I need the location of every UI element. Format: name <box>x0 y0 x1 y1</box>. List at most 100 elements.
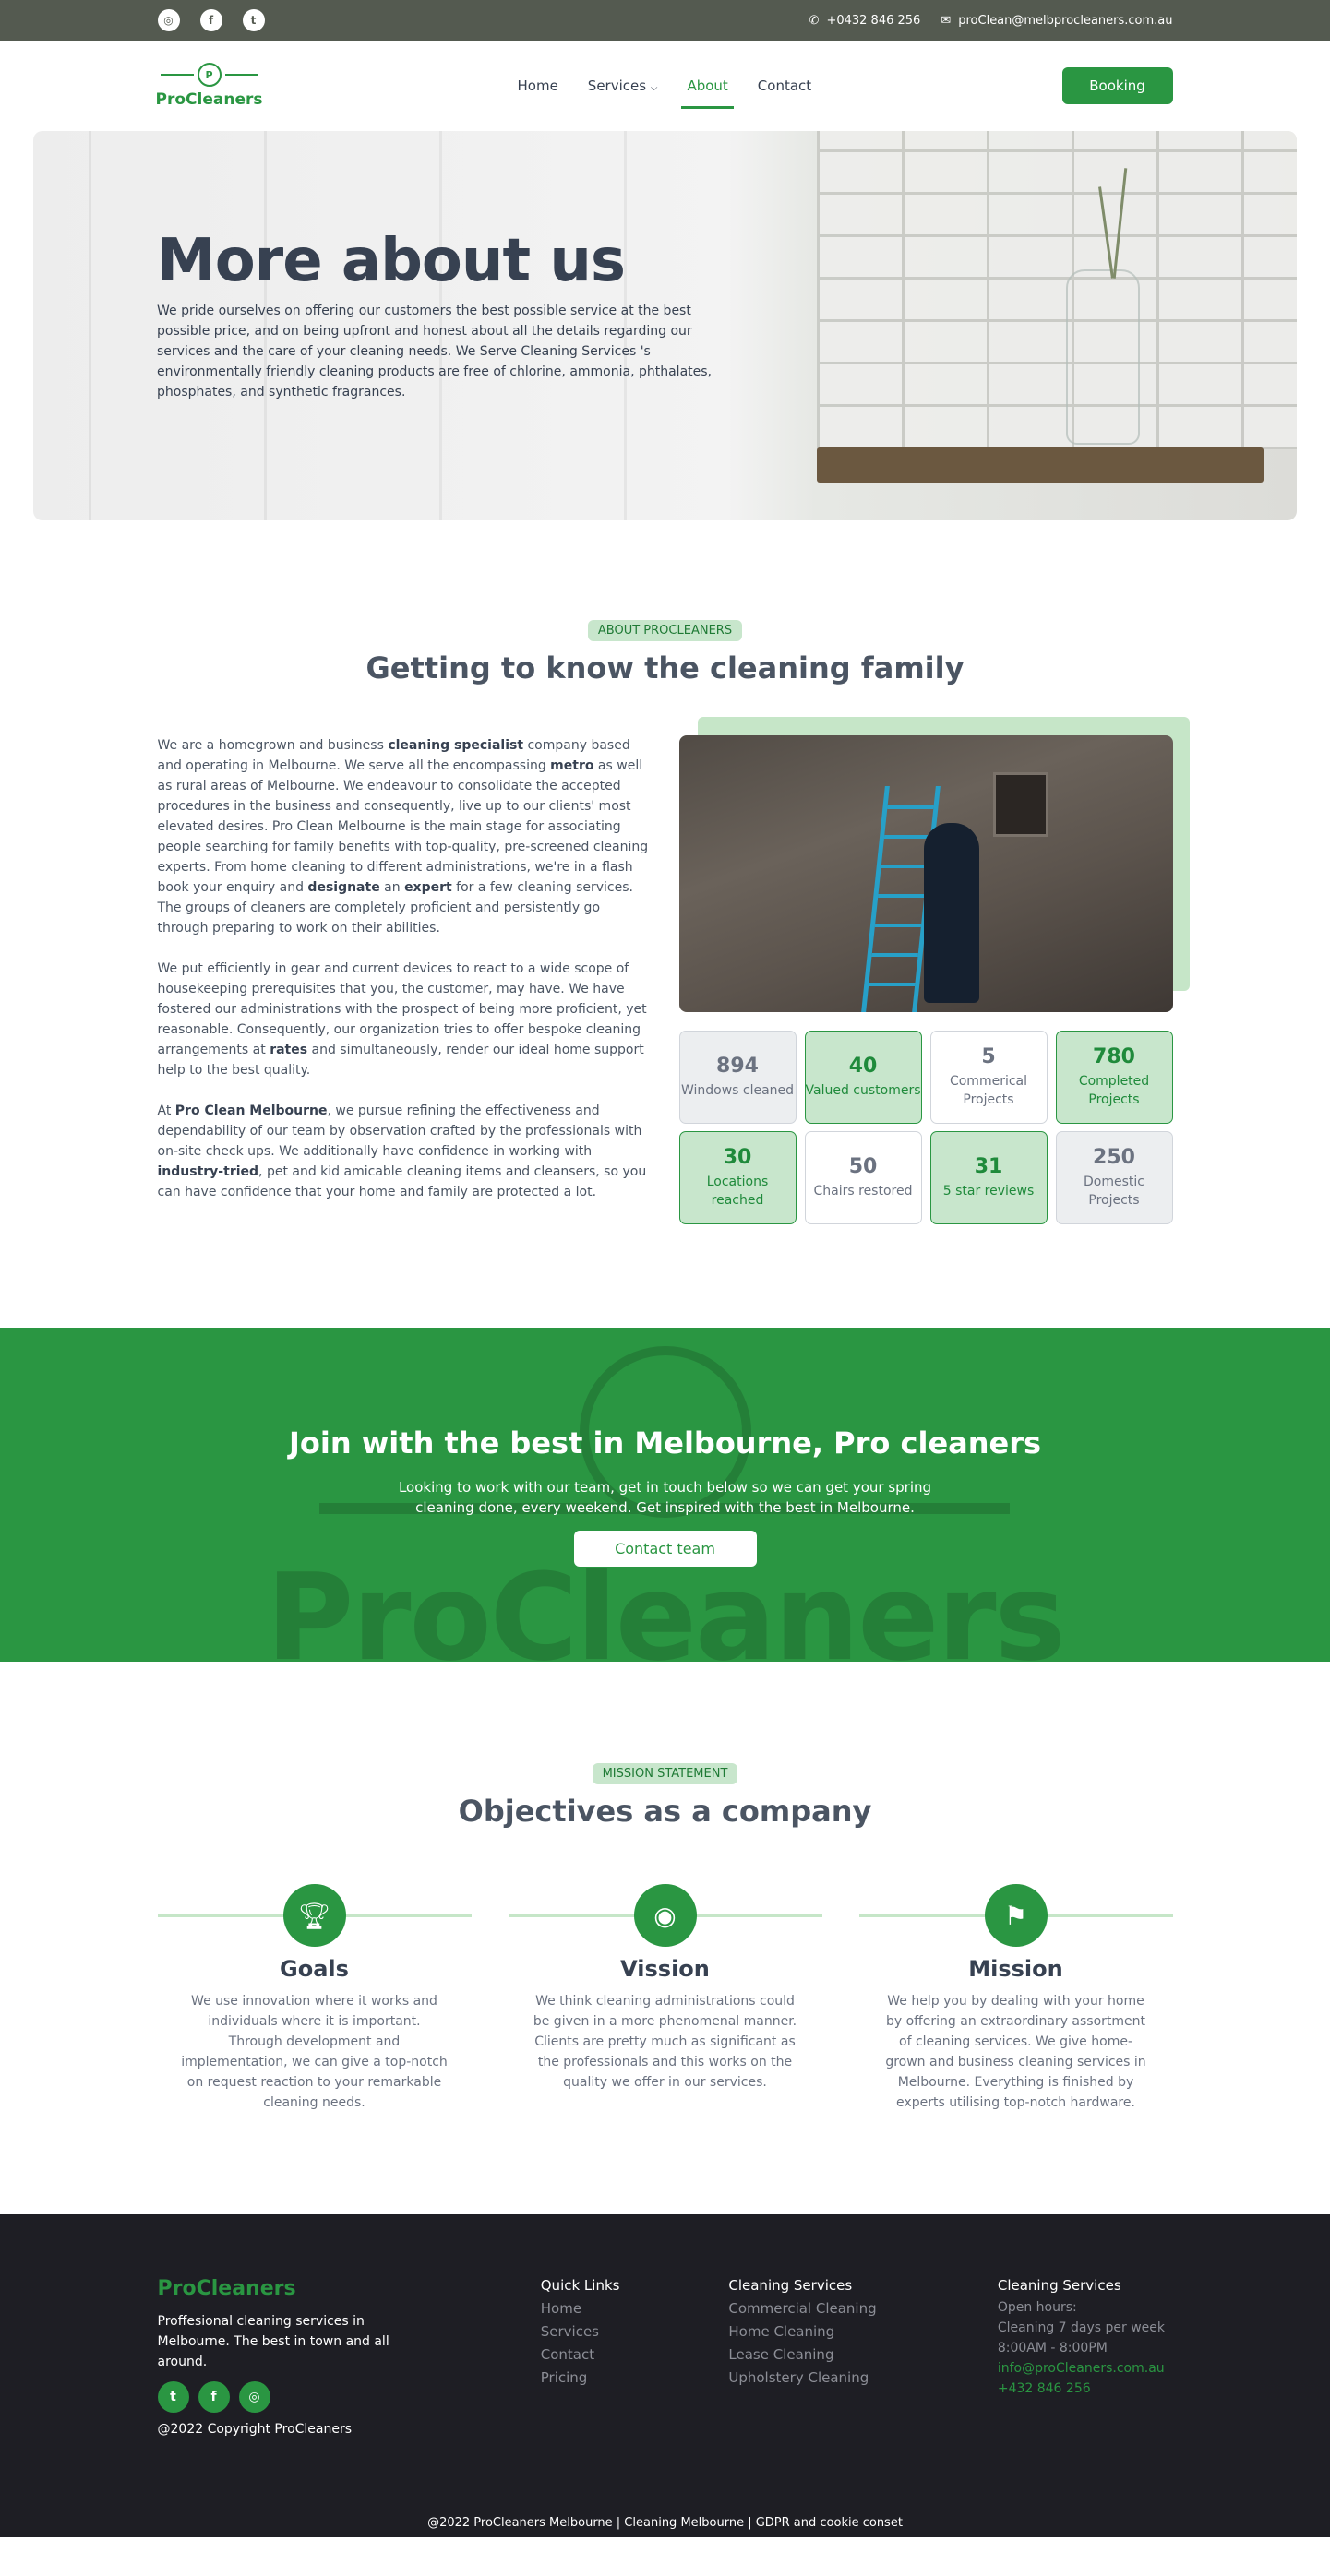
logo-mark: P <box>160 63 258 87</box>
stat-number: 40 <box>848 1055 878 1078</box>
objective-mission: ⚑ Mission We help you by dealing with yo… <box>858 1884 1173 2113</box>
footer-hours: Cleaning Services Open hours: Cleaning 7… <box>998 2277 1173 2437</box>
instagram-icon[interactable]: ◎ <box>238 2381 270 2413</box>
about-section: ABOUT PROCLEANERS Getting to know the cl… <box>0 520 1330 1224</box>
objective-description: We help you by dealing with your home by… <box>885 1994 1146 2110</box>
nav-item-services[interactable]: Services ⌵ <box>582 70 664 101</box>
stat-card: 780 Completed Projects <box>1055 1031 1173 1124</box>
hero-brick-wall <box>817 131 1297 449</box>
contact-team-button[interactable]: Contact team <box>573 1531 757 1567</box>
about-paragraph-3: At Pro Clean Melbourne, we pursue refini… <box>157 1103 647 1199</box>
stat-label: Chairs restored <box>813 1184 913 1199</box>
stat-number: 780 <box>1093 1045 1135 1068</box>
footer-copyright: @2022 Copyright ProCleaners <box>157 2422 353 2437</box>
open-days: Cleaning 7 days per week <box>997 2320 1166 2335</box>
stat-card: 5 Commerical Projects <box>929 1031 1048 1124</box>
stat-label: Completed Projects <box>1078 1074 1150 1107</box>
instagram-icon[interactable]: ◎ <box>157 9 180 31</box>
join-description: Looking to work with our team, get in to… <box>398 1479 932 1516</box>
footer-heading: Quick Links <box>540 2277 620 2294</box>
join-banner: ProCleaners Join with the best in Melbou… <box>0 1328 1330 1662</box>
hero-banner: More about us We pride ourselves on offe… <box>33 131 1297 520</box>
footer-link-lease[interactable]: Lease Cleaning <box>728 2343 997 2367</box>
facebook-icon[interactable]: f <box>198 2381 230 2413</box>
stat-card: 40 Valued customers <box>804 1031 922 1124</box>
top-phone-text: +0432 846 256 <box>826 13 921 28</box>
stat-card: 250 Domestic Projects <box>1055 1131 1173 1224</box>
about-paragraph-2: We put efficiently in gear and current d… <box>157 961 647 1078</box>
booking-button[interactable]: Booking <box>1061 67 1173 104</box>
stat-label: 5 star reviews <box>942 1184 1035 1199</box>
footer: ProCleaners Proffesional cleaning servic… <box>0 2214 1330 2537</box>
flag-icon: ⚑ <box>984 1884 1048 1947</box>
nav-item-about[interactable]: About <box>681 70 735 109</box>
footer-link-services[interactable]: Services <box>541 2320 729 2343</box>
footer-link-contact[interactable]: Contact <box>541 2343 729 2367</box>
objective-title: Goals <box>280 1956 349 1982</box>
top-social-links: ◎ f t <box>157 9 265 31</box>
hero-shelf <box>817 447 1264 483</box>
footer-link-home[interactable]: Home <box>541 2297 729 2320</box>
window-cleaner-photo <box>678 735 1173 1012</box>
main-nav: P ProCleaners Home Services ⌵ About Cont… <box>0 41 1330 131</box>
phone-icon: ✆ <box>809 13 820 28</box>
footer-link-pricing[interactable]: Pricing <box>541 2367 729 2390</box>
open-time: 8:00AM - 8:00PM <box>997 2341 1108 2355</box>
open-hours-label: Open hours: <box>997 2300 1077 2315</box>
stat-number: 5 <box>981 1045 996 1068</box>
stats-grid: 894 Windows cleaned 40 Valued customers 5 Com… <box>678 1031 1173 1224</box>
footer-email[interactable]: info@proCleaners.com.au <box>998 2358 1173 2379</box>
mission-pill: MISSION STATEMENT <box>592 1763 738 1784</box>
footer-link-commercial[interactable]: Commercial Cleaning <box>728 2297 997 2320</box>
stat-card: 30 Locations reached <box>678 1131 797 1224</box>
eye-icon: ◉ <box>633 1884 697 1947</box>
facebook-icon[interactable]: f <box>199 9 222 31</box>
top-bar: ◎ f t ✆ +0432 846 256 ✉ proClean@melbprocl… <box>0 0 1330 41</box>
nav-item-home[interactable]: Home <box>512 70 564 101</box>
logo-badge-icon: P <box>197 63 222 87</box>
logo-text: ProCleaners <box>155 90 263 109</box>
top-email[interactable]: ✉ proClean@melbprocleaners.com.au <box>941 14 1172 28</box>
stat-label: Domestic Projects <box>1084 1175 1144 1208</box>
top-phone[interactable]: ✆ +0432 846 256 <box>809 14 921 28</box>
footer-quick-links: Quick Links Home Services Contact Pricin… <box>541 2277 729 2437</box>
stat-label: Valued customers <box>805 1083 921 1098</box>
stat-number: 50 <box>848 1155 878 1178</box>
logo[interactable]: P ProCleaners <box>155 63 263 109</box>
top-email-text: proClean@melbprocleaners.com.au <box>958 13 1173 28</box>
about-text: We are a homegrown and business cleaning… <box>158 735 653 1224</box>
nav-item-contact[interactable]: Contact <box>752 70 817 101</box>
footer-heading: Cleaning Services <box>997 2277 1121 2294</box>
twitter-icon[interactable]: t <box>157 2381 189 2413</box>
footer-brand-column: ProCleaners Proffesional cleaning servic… <box>157 2277 541 2437</box>
objective-goals: 🏆︎ Goals We use innovation where it work… <box>157 1884 472 2113</box>
twitter-icon[interactable]: t <box>242 9 265 31</box>
about-paragraph-1: We are a homegrown and business cleaning… <box>157 738 649 936</box>
footer-bottom-line: @2022 ProCleaners Melbourne | Cleaning M… <box>427 2516 903 2530</box>
footer-heading: Cleaning Services <box>728 2277 853 2294</box>
stat-number: 250 <box>1093 1146 1135 1169</box>
about-media: 894 Windows cleaned 40 Valued customers 5 Com… <box>678 717 1190 1224</box>
mail-icon: ✉ <box>941 13 952 28</box>
objective-vision: ◉ Vission We think cleaning administrati… <box>508 1884 822 2113</box>
stat-card: 894 Windows cleaned <box>678 1031 797 1124</box>
footer-link-upholstery[interactable]: Upholstery Cleaning <box>728 2367 997 2390</box>
footer-phone[interactable]: +432 846 256 <box>998 2379 1173 2399</box>
chevron-down-icon: ⌵ <box>650 83 658 93</box>
footer-social-links: t f ◎ <box>157 2381 541 2413</box>
stat-label: Locations reached <box>706 1175 769 1208</box>
hero-title: More about us <box>157 227 626 295</box>
stat-number: 30 <box>723 1146 752 1169</box>
stat-label: Windows cleaned <box>680 1083 795 1098</box>
footer-services: Cleaning Services Commercial Cleaning Ho… <box>728 2277 997 2437</box>
mission-title: Objectives as a company <box>458 1794 872 1829</box>
join-title: Join with the best in Melbourne, Pro cle… <box>288 1425 1042 1461</box>
trophy-icon: 🏆︎ <box>282 1884 346 1947</box>
footer-link-home-cleaning[interactable]: Home Cleaning <box>728 2320 997 2343</box>
stat-number: 31 <box>974 1155 1003 1178</box>
stat-card: 31 5 star reviews <box>929 1131 1048 1224</box>
objective-description: We use innovation where it works and ind… <box>181 1994 448 2110</box>
footer-brand[interactable]: ProCleaners <box>158 2277 541 2300</box>
nav-menu: Home Services ⌵ About Contact <box>512 70 818 109</box>
about-pill: ABOUT PROCLEANERS <box>587 620 743 641</box>
